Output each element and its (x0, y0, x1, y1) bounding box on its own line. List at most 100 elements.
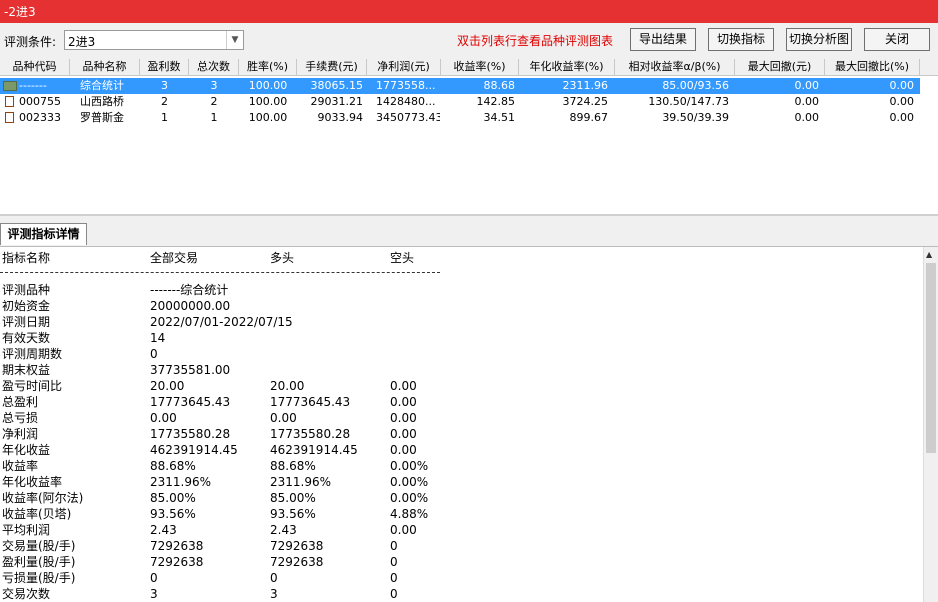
cell-code: 002333 (19, 111, 61, 124)
detail-row: 收益率(贝塔) 93.56% 93.56% 4.88% (0, 506, 460, 522)
col-header-max-dd[interactable]: 最大回撤(元) (735, 59, 825, 75)
cell-fee: 38065.15 (310, 79, 364, 92)
detail-row: 盈亏时间比 20.00 20.00 0.00 (0, 378, 460, 394)
table-row[interactable]: 002333 罗普斯金 1 1 100.00 9033.94 3450773.4… (0, 110, 920, 126)
cell-win-rate: 100.00 (248, 111, 288, 124)
col-header-code[interactable]: 品种代码 (0, 59, 70, 75)
chevron-down-icon[interactable]: ▼ (226, 31, 243, 49)
cell-name: 综合统计 (80, 79, 124, 92)
switch-chart-button[interactable]: 切换分析图 (786, 28, 852, 51)
cell-max-dd: 0.00 (794, 111, 820, 124)
cell-max-dd-ratio: 0.00 (889, 111, 915, 124)
detail-header: 指标名称 全部交易 多头 空头 (0, 250, 460, 266)
table-row[interactable]: ------- 综合统计 3 3 100.00 38065.15 1773558… (0, 78, 920, 94)
detail-row: 净利润 17735580.28 17735580.28 0.00 (0, 426, 460, 442)
detail-row: 盈利量(股/手) 7292638 7292638 0 (0, 554, 460, 570)
cell-wins: 3 (161, 79, 168, 92)
detail-row: 亏损量(股/手) 0 0 0 (0, 570, 460, 586)
detail-value-long: 85.00% (270, 491, 316, 505)
detail-value-all: 2.43 (150, 523, 177, 537)
detail-value-short: 0.00 (390, 443, 417, 457)
cell-max-dd-ratio: 0.00 (889, 95, 915, 108)
tab-indicator-details[interactable]: 评测指标详情 (0, 223, 87, 245)
detail-value-long: 2.43 (270, 523, 297, 537)
col-header-fee[interactable]: 手续费(元) (297, 59, 367, 75)
detail-value-short: 0.00 (390, 523, 417, 537)
detail-row: 总盈利 17773645.43 17773645.43 0.00 (0, 394, 460, 410)
detail-col-all: 全部交易 (150, 251, 199, 265)
col-header-return[interactable]: 收益率(%) (441, 59, 519, 75)
detail-value-long: 20.00 (270, 379, 305, 393)
detail-row: 初始资金 20000000.00 (0, 298, 460, 314)
col-header-net-profit[interactable]: 净利润(元) (367, 59, 441, 75)
detail-value-all: 7292638 (150, 555, 204, 569)
cell-code: 000755 (19, 95, 61, 108)
detail-value-long: 17773645.43 (270, 395, 351, 409)
detail-value-long: 0 (270, 571, 278, 585)
detail-value-all: 37735581.00 (150, 363, 231, 377)
scroll-thumb[interactable] (926, 263, 936, 453)
detail-value-short: 4.88% (390, 507, 429, 521)
close-button[interactable]: 关闭 (864, 28, 930, 51)
detail-value-all: 462391914.45 (150, 443, 238, 457)
col-header-total[interactable]: 总次数 (189, 59, 239, 75)
detail-value-all: 17773645.43 (150, 395, 231, 409)
detail-metric-name: 评测周期数 (2, 347, 63, 361)
switch-indicator-button[interactable]: 切换指标 (708, 28, 774, 51)
detail-value-short: 0 (390, 539, 398, 553)
cell-total: 2 (210, 95, 218, 108)
table-row[interactable]: 000755 山西路桥 2 2 100.00 29031.21 1428480.… (0, 94, 920, 110)
detail-metric-name: 评测日期 (2, 315, 51, 329)
cell-fee: 9033.94 (317, 111, 364, 124)
cell-return: 142.85 (476, 95, 516, 108)
detail-row: 评测日期 2022/07/01-2022/07/15 (0, 314, 460, 330)
col-header-wins[interactable]: 盈利数 (140, 59, 189, 75)
export-button[interactable]: 导出结果 (630, 28, 696, 51)
detail-value-short: 0 (390, 571, 398, 585)
tab-bar: 评测指标详情 (0, 216, 938, 247)
detail-row: 评测周期数 0 (0, 346, 460, 362)
cell-net-profit: 3450773.43 (376, 111, 440, 124)
detail-metric-name: 平均利润 (2, 523, 51, 537)
vertical-scrollbar[interactable]: ▲ (923, 247, 938, 602)
col-header-max-dd-ratio[interactable]: 最大回撤比(%) (825, 59, 920, 75)
detail-value-all: 20.00 (150, 379, 185, 393)
cell-win-rate: 100.00 (248, 95, 288, 108)
detail-value-all: 85.00% (150, 491, 196, 505)
col-header-annual[interactable]: 年化收益率(%) (519, 59, 615, 75)
detail-row: 交易次数 3 3 0 (0, 586, 460, 602)
cell-relative: 85.00/93.56 (662, 79, 729, 92)
condition-select[interactable]: 2进3 ▼ (64, 30, 244, 50)
detail-metric-name: 总盈利 (2, 395, 39, 409)
detail-value-all: 2311.96% (150, 475, 212, 489)
col-header-win-rate[interactable]: 胜率(%) (239, 59, 297, 75)
cell-code: ------- (19, 79, 47, 92)
detail-col-long: 多头 (270, 251, 295, 265)
detail-value-long: 7292638 (270, 555, 324, 569)
title-bar: -2进3 (0, 0, 938, 23)
cell-total: 3 (210, 79, 218, 92)
col-header-name[interactable]: 品种名称 (70, 59, 140, 75)
col-header-relative[interactable]: 相对收益率α/β(%) (615, 59, 735, 75)
detail-value-all: 2022/07/01-2022/07/15 (150, 315, 293, 329)
detail-metric-name: 盈利量(股/手) (2, 555, 76, 569)
detail-metric-name: 收益率 (2, 459, 39, 473)
detail-row: 有效天数 14 (0, 330, 460, 346)
detail-value-long: 3 (270, 587, 278, 601)
hint-text: 双击列表行查看品种评测图表 (457, 34, 614, 48)
detail-col-short: 空头 (390, 251, 415, 265)
detail-value-long: 0.00 (270, 411, 297, 425)
folder-icon (3, 81, 17, 91)
cell-net-profit: 1773558... (376, 79, 436, 92)
detail-value-long: 88.68% (270, 459, 316, 473)
cell-wins: 1 (161, 111, 168, 124)
detail-metric-name: 评测品种 (2, 283, 51, 297)
condition-select-value: 2进3 (68, 35, 96, 49)
document-icon (5, 96, 14, 107)
detail-value-all: 20000000.00 (150, 299, 231, 313)
detail-value-short: 0.00 (390, 411, 417, 425)
scroll-up-icon[interactable]: ▲ (926, 250, 932, 259)
detail-value-all: 7292638 (150, 539, 204, 553)
toolbar: 评测条件: 2进3 ▼ 双击列表行查看品种评测图表 导出结果 切换指标 切换分析… (0, 23, 938, 59)
detail-value-short: 0.00 (390, 379, 417, 393)
